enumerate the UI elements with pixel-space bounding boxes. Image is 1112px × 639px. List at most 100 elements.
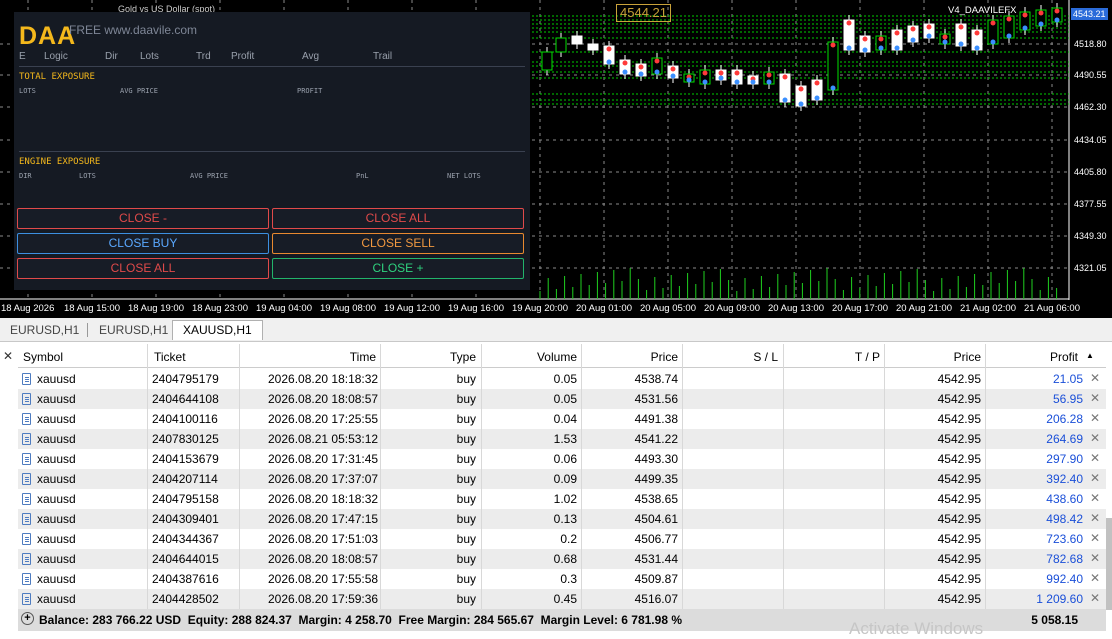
position-icon (22, 373, 31, 385)
type-cell: buy (456, 412, 476, 426)
trade-marker (1006, 33, 1012, 39)
time-cell: 2026.08.20 17:51:03 (268, 532, 379, 546)
time-cell: 2026.08.21 05:53:12 (268, 432, 379, 446)
col-volume[interactable]: Volume (498, 350, 577, 364)
table-row[interactable]: xauusd 2404428502 2026.08.20 17:59:36 buy 0.… (18, 589, 1106, 609)
close-minus-button[interactable]: CLOSE - (17, 208, 269, 229)
total-exposure-title: TOTAL EXPOSURE (19, 72, 95, 82)
daa-control-panel: DAA FREE www.daavile.com E Logic Dir Lot… (14, 12, 530, 290)
close-position-icon[interactable]: ✕ (1090, 511, 1100, 525)
trade-marker (990, 39, 996, 45)
col-current-price[interactable]: Price (898, 350, 981, 364)
profit-cell: 723.60 (1046, 532, 1083, 546)
time-cell: 2026.08.20 17:47:15 (268, 512, 379, 526)
symbol-cell: xauusd (37, 412, 76, 426)
trade-marker (654, 69, 660, 75)
table-row[interactable]: xauusd 2404387616 2026.08.20 17:55:58 buy 0.… (18, 569, 1106, 589)
close-all-bottom-button[interactable]: CLOSE ALL (17, 258, 269, 279)
column-divider (380, 344, 381, 609)
table-row[interactable]: xauusd 2404644015 2026.08.20 18:08:57 buy 0.… (18, 549, 1106, 569)
volume-cell: 0.3 (560, 572, 577, 586)
col-symbol[interactable]: Symbol (23, 350, 63, 364)
trade-marker (606, 46, 612, 52)
ea-label: V4_DAAVILEFX (948, 5, 1017, 16)
engine-exposure-title: ENGINE EXPOSURE (19, 157, 101, 167)
close-all-top-button[interactable]: CLOSE ALL (272, 208, 524, 229)
close-terminal-icon[interactable]: ✕ (3, 349, 13, 363)
trade-marker (750, 79, 756, 85)
col-type[interactable]: Type (398, 350, 476, 364)
table-row[interactable]: xauusd 2407830125 2026.08.21 05:53:12 buy 1.… (18, 429, 1106, 449)
position-icon (22, 593, 31, 605)
tab-eurusd-1[interactable]: EURUSD,H1 (10, 323, 79, 337)
price-cell: 4499.35 (634, 472, 678, 486)
panel-header-e: E (19, 51, 26, 62)
table-row[interactable]: xauusd 2404795158 2026.08.20 18:18:32 buy 1.… (18, 489, 1106, 509)
column-divider (481, 344, 482, 609)
close-position-icon[interactable]: ✕ (1090, 531, 1100, 545)
close-position-icon[interactable]: ✕ (1090, 491, 1100, 505)
trade-marker (654, 58, 660, 64)
trade-marker (846, 45, 852, 51)
close-position-icon[interactable]: ✕ (1090, 451, 1100, 465)
table-row[interactable]: xauusd 2404207114 2026.08.20 17:37:07 buy 0.… (18, 469, 1106, 489)
table-row[interactable]: xauusd 2404309401 2026.08.20 17:47:15 buy 0.… (18, 509, 1106, 529)
col-sl[interactable]: S / L (698, 350, 778, 364)
column-divider (682, 344, 683, 609)
time-label: 20 Aug 05:00 (640, 303, 696, 314)
table-scrollbar[interactable] (1106, 518, 1112, 610)
tab-separator (87, 323, 88, 337)
position-icon (22, 573, 31, 585)
type-cell: buy (456, 572, 476, 586)
table-row[interactable]: xauusd 2404100116 2026.08.20 17:25:55 buy 0.… (18, 409, 1106, 429)
close-position-icon[interactable]: ✕ (1090, 431, 1100, 445)
trade-marker (638, 64, 644, 70)
symbol-cell: xauusd (37, 572, 76, 586)
close-position-icon[interactable]: ✕ (1090, 371, 1100, 385)
symbol-cell: xauusd (37, 592, 76, 606)
table-row[interactable]: xauusd 2404644108 2026.08.20 18:08:57 buy 0.… (18, 389, 1106, 409)
close-sell-button[interactable]: CLOSE SELL (272, 233, 524, 254)
col-profit[interactable]: Profit (998, 350, 1078, 364)
trade-marker (766, 79, 772, 85)
close-plus-button[interactable]: CLOSE + (272, 258, 524, 279)
symbol-cell: xauusd (37, 552, 76, 566)
trade-marker (718, 75, 724, 81)
expand-icon[interactable]: + (21, 612, 34, 625)
position-icon (22, 533, 31, 545)
type-cell: buy (456, 452, 476, 466)
trade-marker (622, 60, 628, 66)
col-ticket[interactable]: Ticket (154, 350, 186, 364)
price-chart[interactable]: Gold vs US Dollar (spot) V4_DAAVILEFX 45… (0, 0, 1112, 318)
close-position-icon[interactable]: ✕ (1090, 591, 1100, 605)
close-position-icon[interactable]: ✕ (1090, 391, 1100, 405)
table-row[interactable]: xauusd 2404153679 2026.08.20 17:31:45 buy 0.… (18, 449, 1106, 469)
trade-marker (686, 77, 692, 83)
trade-marker (814, 95, 820, 101)
tab-xauusd[interactable]: XAUUSD,H1 (172, 320, 263, 340)
price-label: 4349.30 (1071, 230, 1112, 242)
close-buy-button[interactable]: CLOSE BUY (17, 233, 269, 254)
trade-marker (670, 73, 676, 79)
close-position-icon[interactable]: ✕ (1090, 411, 1100, 425)
price-cell: 4541.22 (634, 432, 678, 446)
trade-marker (734, 70, 740, 76)
close-position-icon[interactable]: ✕ (1090, 471, 1100, 485)
current-price-cell: 4542.95 (937, 472, 981, 486)
tab-eurusd-2[interactable]: EURUSD,H1 (99, 323, 168, 337)
price-cell: 4531.56 (634, 392, 678, 406)
column-divider (581, 344, 582, 609)
col-price[interactable]: Price (598, 350, 678, 364)
ticket-cell: 2404153679 (152, 452, 219, 466)
close-position-icon[interactable]: ✕ (1090, 551, 1100, 565)
table-row[interactable]: xauusd 2404795179 2026.08.20 18:18:32 buy 0.… (18, 369, 1106, 389)
col-time[interactable]: Time (268, 350, 376, 364)
ticket-cell: 2404100116 (152, 412, 218, 426)
table-row[interactable]: xauusd 2404344367 2026.08.20 17:51:03 buy 0.… (18, 529, 1106, 549)
close-position-icon[interactable]: ✕ (1090, 571, 1100, 585)
col-tp[interactable]: T / P (798, 350, 880, 364)
ticket-cell: 2404344367 (152, 532, 219, 546)
time-label: 20 Aug 09:00 (704, 303, 760, 314)
type-cell: buy (456, 472, 476, 486)
current-price-cell: 4542.95 (937, 492, 981, 506)
